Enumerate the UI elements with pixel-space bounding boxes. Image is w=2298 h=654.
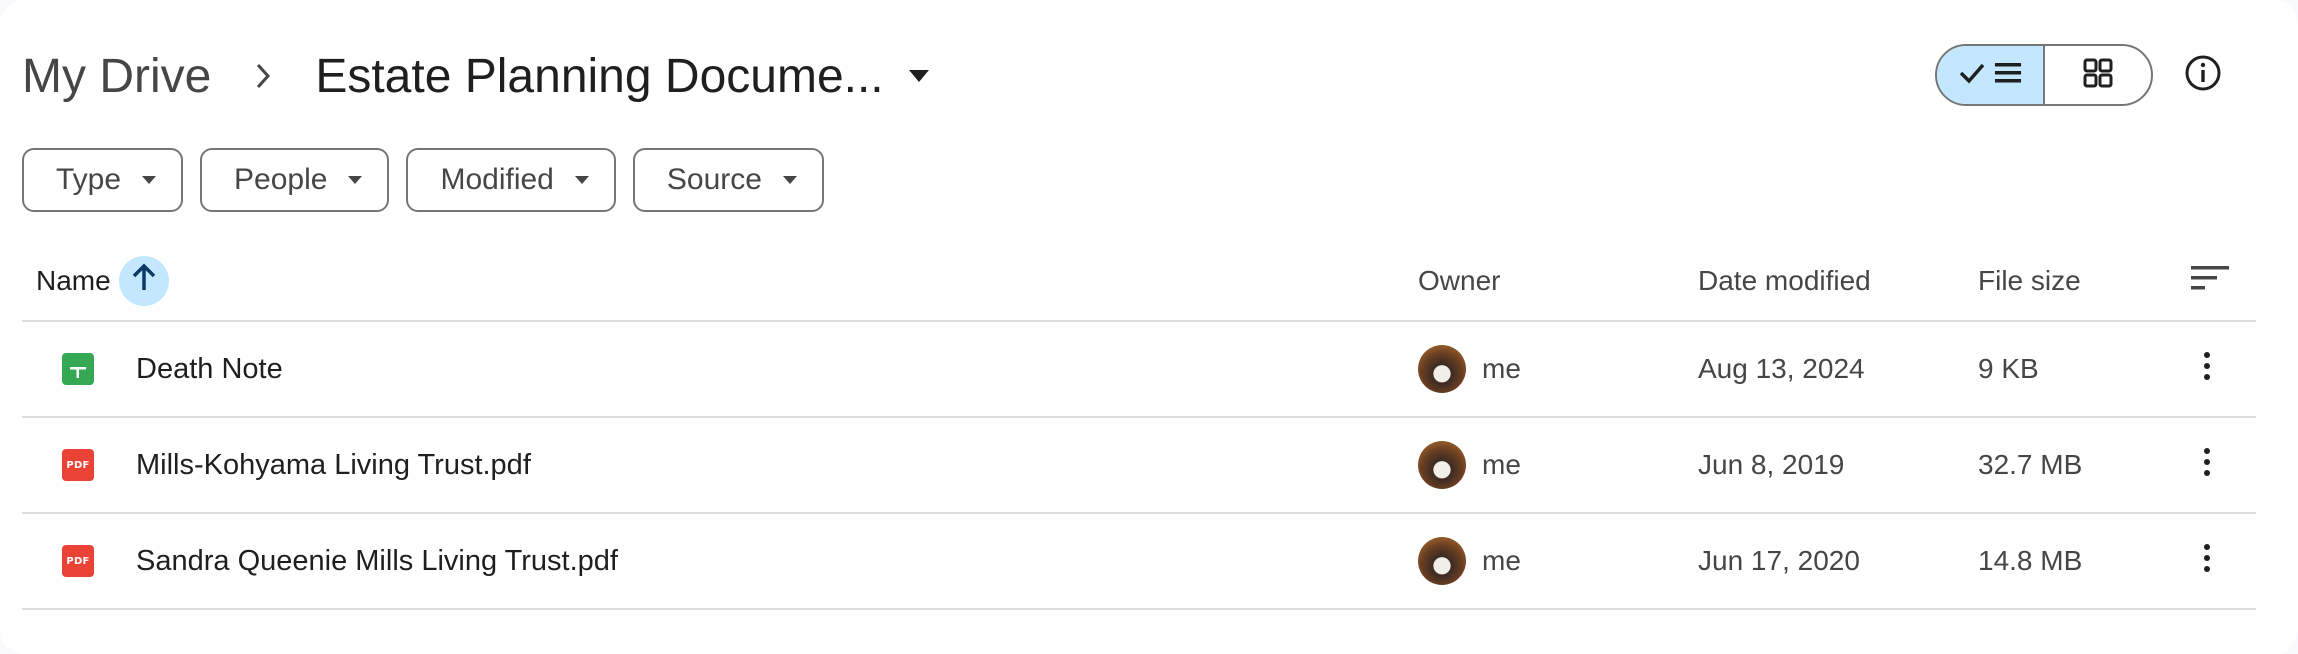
caret-down-icon [347,175,363,185]
owner-name: me [1482,353,1521,384]
info-button[interactable] [2182,54,2224,96]
table-row[interactable]: PDF Sandra Queenie Mills Living Trust.pd… [22,514,2256,610]
file-name: Death Note [136,352,283,385]
file-size: 32.7 MB [1978,449,2083,480]
grid-view-button[interactable] [2045,46,2151,104]
current-folder-button[interactable]: Estate Planning Docume... [315,49,929,104]
list-icon [1994,61,2022,90]
list-view-button[interactable] [1937,46,2045,104]
more-vert-icon [2203,543,2211,580]
current-folder-title: Estate Planning Docume... [315,49,884,103]
more-vert-icon [2203,447,2211,484]
date-modified: Aug 13, 2024 [1698,353,1865,384]
owner-name: me [1482,545,1521,576]
column-header-owner[interactable]: Owner [1418,240,1500,322]
avatar [1418,537,1466,585]
caret-down-icon [574,175,590,185]
filter-modified-chip[interactable]: Modified [406,148,616,212]
column-name-label: Name [36,265,111,296]
file-name: Mills-Kohyama Living Trust.pdf [136,448,531,481]
owner-cell: me [1418,514,1521,608]
info-icon [2184,54,2222,97]
column-header-file-size[interactable]: File size [1978,240,2081,322]
sheets-file-icon [62,322,94,416]
file-size: 9 KB [1978,353,2039,384]
sort-options-button[interactable] [2190,240,2230,322]
more-vert-icon [2203,351,2211,388]
arrow-up-icon [130,263,158,300]
more-actions-button[interactable] [2186,514,2228,608]
filter-source-chip[interactable]: Source [632,148,824,212]
table-row[interactable]: Death Note me Aug 13, 2024 9 KB [22,322,2256,418]
avatar [1418,345,1466,393]
sort-icon [2190,264,2230,299]
sort-direction-button[interactable] [118,256,169,306]
caret-down-icon [782,175,798,185]
table-row[interactable]: PDF Mills-Kohyama Living Trust.pdf me Ju… [22,418,2256,514]
breadcrumb-my-drive[interactable]: My Drive [22,49,211,104]
date-modified: Jun 8, 2019 [1698,449,1845,480]
column-header-name[interactable]: Name [36,240,169,322]
filter-label: Type [56,163,122,196]
checkmark-icon [1958,61,1986,90]
filter-label: Source [666,163,762,196]
filter-type-chip[interactable]: Type [22,148,184,212]
filter-chips: Type People Modified Source [22,148,824,212]
more-actions-button[interactable] [2186,322,2228,416]
drive-file-list-panel: My Drive Estate Planning Docume... Type … [0,0,2298,654]
view-toggle [1935,44,2153,106]
pdf-file-icon: PDF [62,418,94,512]
file-table: Name Owner Date modified File size Death… [22,240,2256,610]
column-header-date-modified[interactable]: Date modified [1698,240,1871,322]
breadcrumb: My Drive Estate Planning Docume... [22,40,930,112]
date-modified: Jun 17, 2020 [1698,545,1860,576]
more-actions-button[interactable] [2186,418,2228,512]
pdf-file-icon: PDF [62,514,94,608]
caret-down-icon [141,175,157,185]
owner-cell: me [1418,418,1521,512]
file-name: Sandra Queenie Mills Living Trust.pdf [136,544,618,577]
filter-label: People [234,163,328,196]
avatar [1418,441,1466,489]
owner-cell: me [1418,322,1521,416]
owner-name: me [1482,449,1521,480]
filter-label: Modified [440,163,554,196]
caret-down-icon [908,69,930,83]
grid-icon [2083,58,2113,93]
table-header: Name Owner Date modified File size [22,240,2256,322]
file-size: 14.8 MB [1978,545,2083,576]
filter-people-chip[interactable]: People [200,148,390,212]
chevron-right-icon [253,61,275,91]
